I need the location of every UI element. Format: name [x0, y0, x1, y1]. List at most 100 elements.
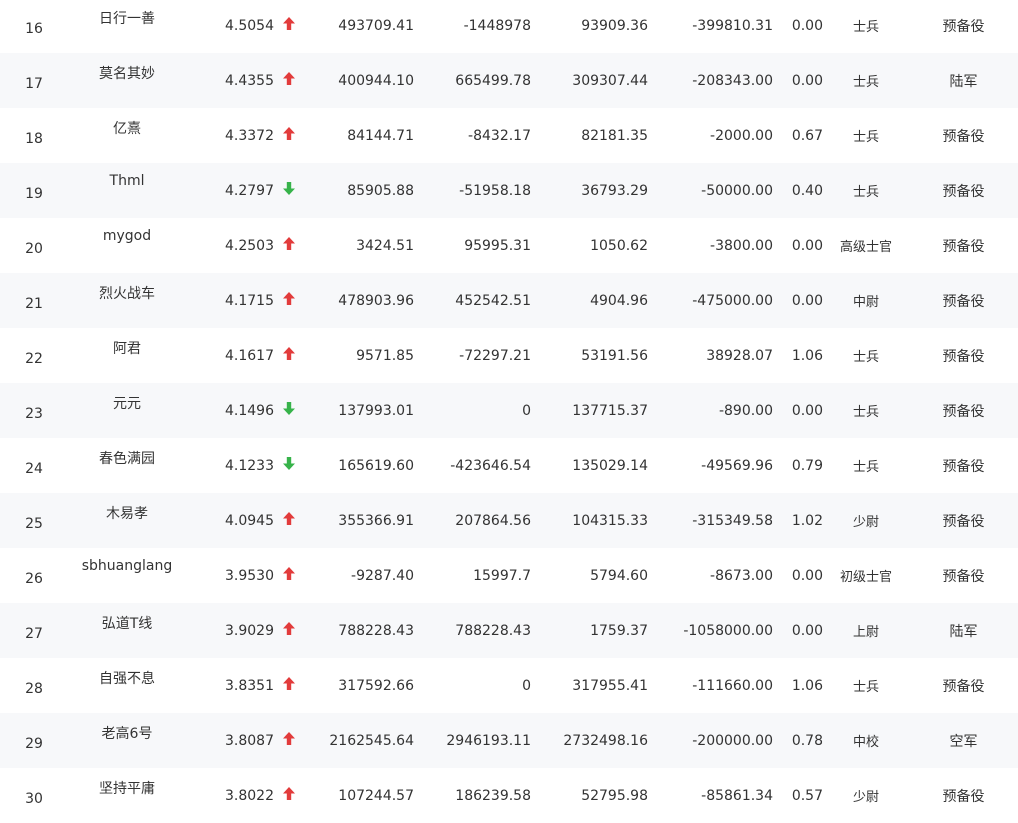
- branch-cell: 预备役: [942, 568, 985, 585]
- value-1-cell: 2162545.64: [329, 732, 414, 749]
- score-cell: 4.1715: [225, 292, 274, 309]
- user-name-cell: sbhuanglang: [81, 558, 173, 574]
- value-3-cell: 4904.96: [590, 292, 648, 309]
- value-2-cell: 186239.58: [455, 787, 531, 804]
- ranking-table: 16 日行一善 4.5054 493709.41 -1448978 93909.36 -39…: [0, 0, 1018, 823]
- user-name-cell: mygod: [102, 228, 152, 244]
- value-3-cell: 1759.37: [590, 622, 648, 639]
- military-rank-cell: 士兵: [852, 75, 879, 90]
- arrow-up-icon: [283, 292, 295, 309]
- table-row: 17 莫名其妙 4.4355 400944.10 665499.78 309307.44 -…: [0, 53, 1018, 108]
- military-rank-cell: 中校: [852, 735, 879, 750]
- score-cell: 4.0945: [225, 512, 274, 529]
- value-1-cell: 788228.43: [338, 622, 414, 639]
- military-rank-cell: 士兵: [852, 350, 879, 365]
- rank-cell: 20: [25, 240, 43, 257]
- rate-cell: 0.79: [791, 457, 823, 474]
- user-name-cell: 老高6号: [101, 726, 153, 742]
- rate-cell: 1.02: [791, 512, 823, 529]
- user-name-cell: 莫名其妙: [99, 66, 155, 82]
- value-3-cell: 93909.36: [581, 17, 648, 34]
- rate-cell: 0.00: [791, 72, 823, 89]
- value-4-cell: -399810.31: [692, 17, 773, 34]
- ranking-table-body: 16 日行一善 4.5054 493709.41 -1448978 93909.36 -39…: [0, 0, 1018, 823]
- value-3-cell: 104315.33: [572, 512, 648, 529]
- rank-cell: 16: [25, 20, 43, 37]
- branch-cell: 预备役: [942, 788, 985, 805]
- value-1-cell: 493709.41: [338, 17, 414, 34]
- value-4-cell: -2000.00: [710, 127, 773, 144]
- table-row: 24 春色满园 4.1233 165619.60 -423646.54 135029.14…: [0, 438, 1018, 493]
- value-3-cell: 137715.37: [572, 402, 648, 419]
- value-1-cell: 400944.10: [338, 72, 414, 89]
- value-2-cell: -423646.54: [450, 457, 531, 474]
- arrow-up-icon: [283, 622, 295, 639]
- arrow-up-icon: [283, 127, 295, 144]
- value-4-cell: -890.00: [718, 402, 773, 419]
- branch-cell: 预备役: [942, 678, 985, 695]
- value-4-cell: 38928.07: [706, 347, 773, 364]
- branch-cell: 预备役: [942, 18, 985, 35]
- value-1-cell: 84144.71: [347, 127, 414, 144]
- arrow-up-icon: [283, 732, 295, 749]
- value-1-cell: 85905.88: [347, 182, 414, 199]
- user-name-cell: 自强不息: [99, 671, 155, 687]
- value-4-cell: -3800.00: [710, 237, 773, 254]
- value-1-cell: 9571.85: [356, 347, 414, 364]
- value-4-cell: -200000.00: [692, 732, 773, 749]
- table-row: 26 sbhuanglang 3.9530 -9287.40 15997.7 5794.6…: [0, 548, 1018, 603]
- arrow-down-icon: [283, 457, 295, 474]
- score-cell: 4.2797: [225, 182, 274, 199]
- rate-cell: 0.78: [791, 732, 823, 749]
- rank-cell: 30: [25, 790, 43, 807]
- branch-cell: 预备役: [942, 348, 985, 365]
- value-1-cell: 317592.66: [338, 677, 414, 694]
- military-rank-cell: 少尉: [852, 515, 879, 530]
- military-rank-cell: 初级士官: [839, 570, 892, 585]
- table-row: 28 自强不息 3.8351 317592.66 0 317955.41 -111660.0…: [0, 658, 1018, 713]
- trend-cell: [274, 493, 304, 548]
- value-2-cell: 0: [522, 402, 531, 419]
- rank-cell: 19: [25, 185, 43, 202]
- score-cell: 4.3372: [225, 127, 274, 144]
- value-4-cell: -49569.96: [701, 457, 773, 474]
- value-3-cell: 135029.14: [572, 457, 648, 474]
- table-row: 30 坚持平庸 3.8022 107244.57 186239.58 52795.98 -8…: [0, 768, 1018, 823]
- value-4-cell: -8673.00: [710, 567, 773, 584]
- value-2-cell: 452542.51: [455, 292, 531, 309]
- rate-cell: 1.06: [791, 677, 823, 694]
- value-3-cell: 1050.62: [590, 237, 648, 254]
- table-row: 25 木易孝 4.0945 355366.91 207864.56 104315.33 -3…: [0, 493, 1018, 548]
- value-2-cell: 2946193.11: [446, 732, 531, 749]
- user-name-cell: 亿熹: [113, 121, 141, 137]
- arrow-up-icon: [283, 237, 295, 254]
- military-rank-cell: 中尉: [852, 295, 879, 310]
- rate-cell: 0.00: [791, 402, 823, 419]
- military-rank-cell: 士兵: [852, 680, 879, 695]
- military-rank-cell: 士兵: [852, 130, 879, 145]
- user-name-cell: 元元: [113, 396, 141, 412]
- rank-cell: 25: [25, 515, 43, 532]
- rank-cell: 22: [25, 350, 43, 367]
- arrow-down-icon: [283, 402, 295, 419]
- score-cell: 4.1233: [225, 457, 274, 474]
- table-row: 19 Thml 4.2797 85905.88 -51958.18 36793.29 -50…: [0, 163, 1018, 218]
- score-cell: 4.5054: [225, 17, 274, 34]
- rank-cell: 23: [25, 405, 43, 422]
- rank-cell: 27: [25, 625, 43, 642]
- arrow-down-icon: [283, 182, 295, 199]
- rate-cell: 0.00: [791, 17, 823, 34]
- branch-cell: 陆军: [949, 623, 978, 640]
- branch-cell: 预备役: [942, 128, 985, 145]
- trend-cell: [274, 328, 304, 383]
- rank-cell: 29: [25, 735, 43, 752]
- branch-cell: 预备役: [942, 183, 985, 200]
- trend-cell: [274, 0, 304, 53]
- value-3-cell: 53191.56: [581, 347, 648, 364]
- value-4-cell: -50000.00: [701, 182, 773, 199]
- rate-cell: 0.00: [791, 292, 823, 309]
- trend-cell: [274, 163, 304, 218]
- value-1-cell: 165619.60: [338, 457, 414, 474]
- user-name-cell: 阿君: [113, 341, 141, 357]
- trend-cell: [274, 548, 304, 603]
